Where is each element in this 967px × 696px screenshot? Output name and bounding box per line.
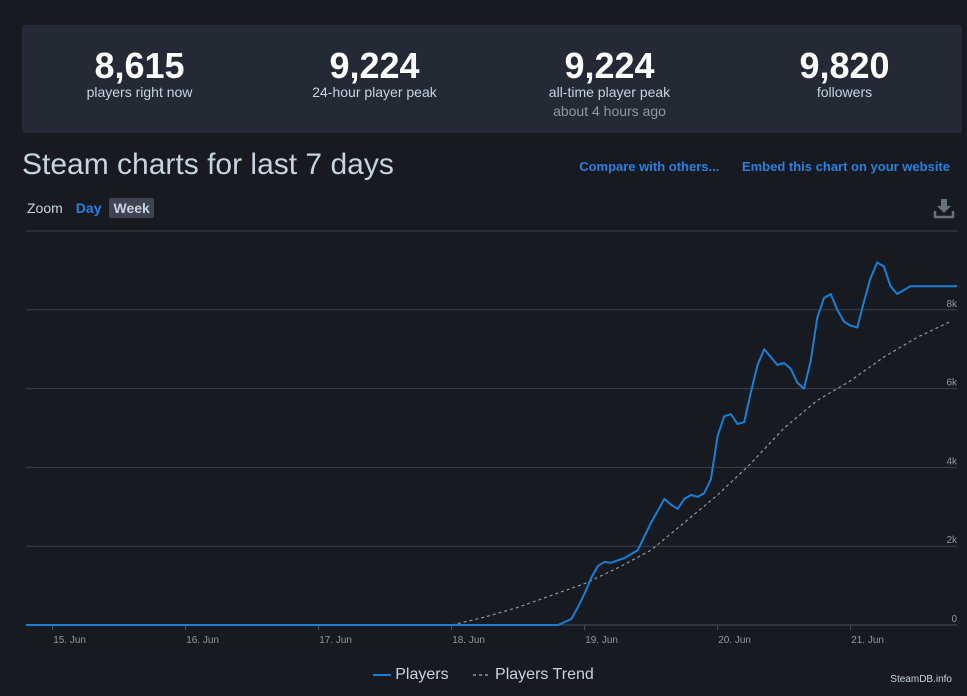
zoom-day-button[interactable]: Day (72, 198, 106, 218)
download-icon[interactable] (933, 197, 955, 219)
y-tick-label: 0 (951, 614, 957, 625)
stat-label: followers (816, 84, 873, 100)
stat-value: 9,224 (564, 45, 655, 86)
zoom-label: Zoom (27, 200, 63, 216)
stat-label: players right now (86, 84, 193, 100)
stat-24h-peak: 9,224 24-hour player peak (257, 25, 492, 133)
x-tick-label: 20. Jun (718, 635, 751, 645)
stat-value: 9,224 (329, 45, 420, 86)
stat-label: 24-hour player peak (312, 84, 437, 100)
y-tick-label: 4k (946, 456, 958, 467)
stat-value: 8,615 (94, 45, 185, 86)
x-tick-label: 16. Jun (186, 635, 219, 645)
stat-sublabel: about 4 hours ago (553, 103, 666, 119)
x-tick-label: 18. Jun (452, 635, 485, 645)
compare-link[interactable]: Compare with others... (579, 159, 719, 174)
legend-players-swatch (373, 674, 392, 676)
legend-trend[interactable]: Players Trend (473, 666, 594, 684)
chart-legend: Players Players Trend (0, 664, 967, 684)
legend-players[interactable]: Players (373, 666, 449, 684)
stat-players-now: 8,615 players right now (22, 25, 257, 133)
series-line-trend (26, 321, 951, 626)
y-tick-label: 6k (946, 378, 958, 389)
y-tick-label: 2k (946, 535, 958, 546)
player-chart: 0 2k 4k 6k 8k 15. Jun 16. Jun 17. Jun 18. Jun 19.… (26, 230, 958, 645)
stat-all-time-peak: 9,224 all-time player peak about 4 hours… (492, 25, 727, 133)
x-tick-label: 17. Jun (319, 635, 352, 645)
stat-label: all-time player peak (548, 84, 671, 100)
chart-links: Compare with others... Embed this chart … (560, 159, 950, 174)
x-tick-label: 19. Jun (585, 635, 618, 645)
legend-trend-swatch (473, 674, 492, 676)
legend-trend-label: Players Trend (495, 666, 594, 683)
stats-panel: 8,615 players right now 9,224 24-hour pl… (22, 25, 962, 133)
chart-section-title: Steam charts for last 7 days (22, 148, 394, 181)
x-tick-label: 15. Jun (53, 635, 86, 645)
stat-followers: 9,820 followers (727, 25, 962, 133)
zoom-controls: Zoom Day Week (27, 198, 158, 218)
embed-link[interactable]: Embed this chart on your website (742, 159, 950, 174)
zoom-week-button[interactable]: Week (109, 198, 154, 218)
stat-value: 9,820 (799, 45, 890, 86)
series-line-players (26, 261, 957, 626)
credit-text: SteamDB.info (890, 674, 952, 685)
y-tick-label: 8k (946, 299, 958, 310)
legend-players-label: Players (395, 666, 449, 683)
x-tick-label: 21. Jun (851, 635, 884, 645)
